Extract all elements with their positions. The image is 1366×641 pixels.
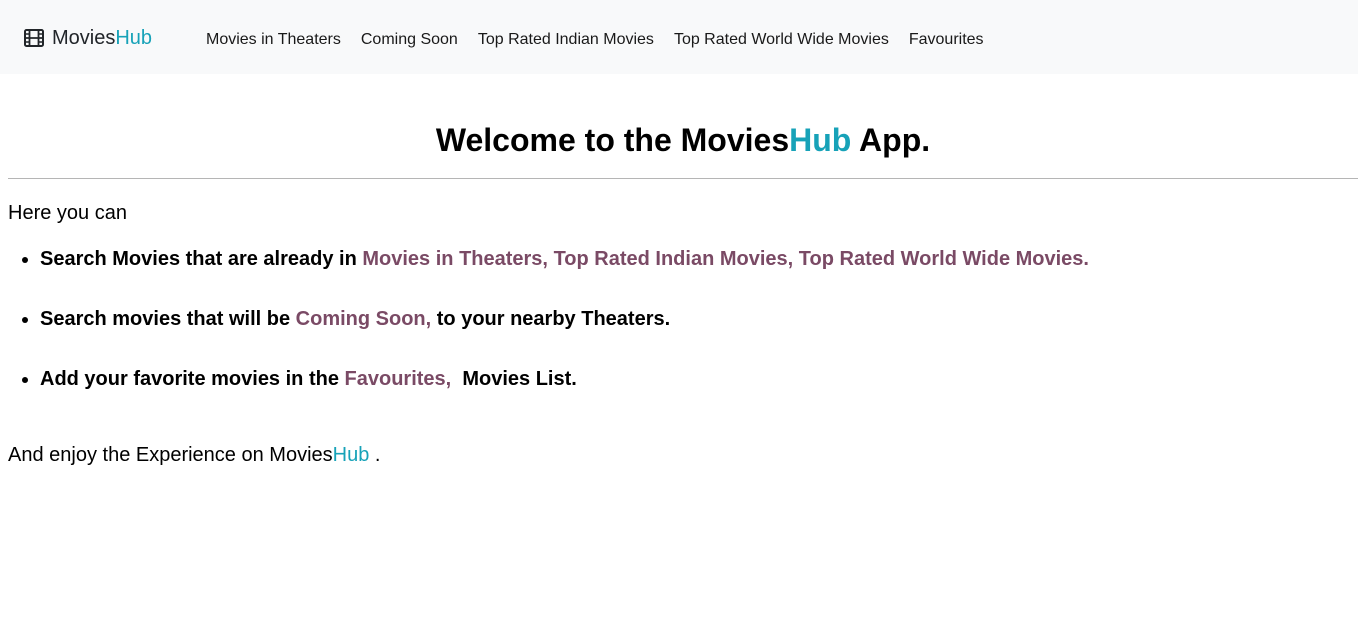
intro-text: Here you can [8,202,127,224]
nav-link-top-rated-indian[interactable]: Top Rated Indian Movies [470,30,662,50]
outro-text: And enjoy the Experience on MoviesHub . [8,443,1358,467]
feature-text: Search Movies that are already in [40,248,363,270]
welcome-brand-suffix: Hub [789,122,852,158]
outro-pre: And enjoy the Experience on [8,444,270,466]
brand-name-prefix: Movies [52,27,116,49]
outro-brand-prefix: Movies [269,444,333,466]
welcome-brand-prefix: Movies [680,122,790,158]
nav-item: Favourites [901,30,996,50]
link-coming-soon[interactable]: Coming Soon, [296,308,432,330]
feature-item-favourites: Add your favorite movies in the Favourit… [40,367,1358,391]
divider [8,178,1358,179]
nav-item: Top Rated Indian Movies [470,30,666,50]
outro-brand-suffix: Hub [332,444,370,466]
feature-item-coming-soon: Search movies that will be Coming Soon, … [40,307,1358,331]
feature-text: Add your favorite movies in the [40,368,345,390]
link-favourites[interactable]: Favourites, [345,368,452,390]
welcome-heading-pre: Welcome to the [435,122,681,158]
nav-link-coming-soon[interactable]: Coming Soon [353,30,466,50]
link-top-rated-world-wide[interactable]: Top Rated World Wide Movies. [799,248,1089,270]
nav-link-favourites[interactable]: Favourites [901,30,992,50]
brand-name-suffix: Hub [115,27,153,49]
nav-link-top-rated-world-wide[interactable]: Top Rated World Wide Movies [666,30,897,50]
navbar: Movies Hub Movies in Theaters Coming Soon… [0,0,1358,74]
link-movies-in-theaters[interactable]: Movies in Theaters, [362,248,548,270]
main-content: Welcome to the MoviesHub App. Here you c… [8,74,1358,467]
nav-item: Top Rated World Wide Movies [666,30,901,50]
feature-text-post: to your nearby Theaters. [431,308,671,330]
link-top-rated-indian[interactable]: Top Rated Indian Movies, [554,248,794,270]
feature-text: Search movies that will be [40,308,296,330]
feature-item-search: Search Movies that are already in Movies… [40,247,1358,271]
film-icon [24,29,44,47]
welcome-heading: Welcome to the MoviesHub App. [8,122,1358,158]
nav-link-movies-in-theaters[interactable]: Movies in Theaters [198,30,349,50]
nav-item: Movies in Theaters [198,30,353,50]
nav-links: Movies in Theaters Coming Soon Top Rated… [198,30,996,50]
brand-logo-link[interactable]: Movies Hub [24,26,152,50]
outro-post: . [369,444,381,466]
feature-list: Search Movies that are already in Movies… [8,247,1358,391]
feature-text-post: Movies List. [451,368,577,390]
welcome-heading-post: App. [851,122,931,158]
nav-item: Coming Soon [353,30,470,50]
